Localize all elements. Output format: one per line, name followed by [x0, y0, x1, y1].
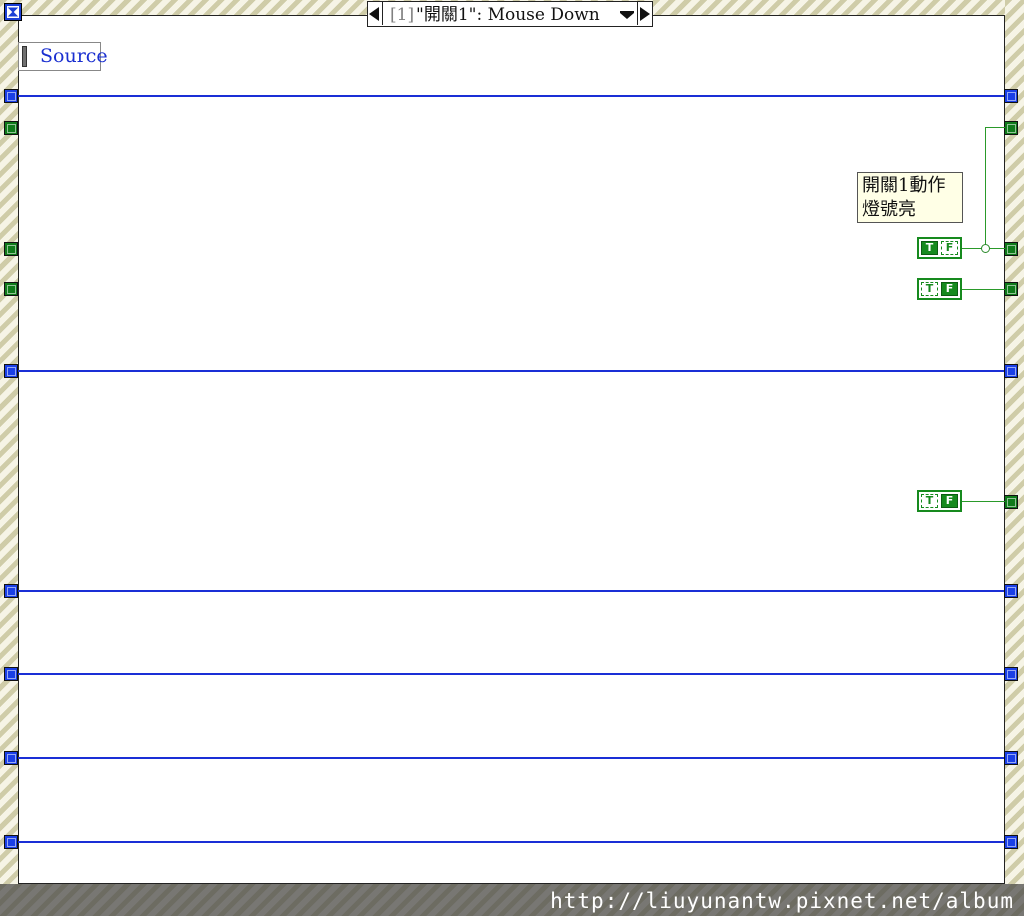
true-constant[interactable]: T F [917, 237, 962, 259]
comment-line-2: 燈號亮 [862, 199, 916, 220]
toggle-glyph: F [941, 241, 958, 255]
input-tunnel-refnum[interactable] [4, 89, 18, 103]
event-data-node[interactable]: Source [18, 42, 108, 71]
event-structure-frame-left [0, 0, 18, 916]
false-constant-value: F [941, 282, 958, 296]
output-tunnel-boolean[interactable] [1004, 282, 1018, 296]
output-tunnel-refnum[interactable] [1004, 89, 1018, 103]
toggle-glyph: T [921, 282, 938, 296]
boolean-wire[interactable] [961, 289, 1005, 290]
output-tunnel-refnum[interactable] [1004, 751, 1018, 765]
refnum-wire[interactable] [18, 95, 1005, 97]
false-constant-value: F [941, 494, 958, 508]
refnum-wire[interactable] [18, 673, 1005, 675]
event-structure-frame-right [1005, 0, 1024, 916]
output-tunnel-refnum[interactable] [1004, 835, 1018, 849]
chevron-down-icon[interactable] [620, 13, 634, 19]
refnum-wire[interactable] [18, 757, 1005, 759]
input-tunnel-boolean[interactable] [4, 282, 18, 296]
refnum-wire[interactable] [18, 590, 1005, 592]
event-data-source-label: Source [40, 45, 108, 67]
false-constant[interactable]: T F [917, 490, 962, 512]
boolean-wire[interactable] [985, 127, 986, 248]
diagram-comment[interactable]: 開關1動作 燈號亮 [857, 172, 963, 223]
case-index: [1] [390, 5, 415, 25]
input-tunnel-boolean[interactable] [4, 121, 18, 135]
output-tunnel-boolean[interactable] [1004, 121, 1018, 135]
refnum-wire[interactable] [18, 370, 1005, 372]
toggle-glyph: T [921, 494, 938, 508]
output-tunnel-boolean[interactable] [1004, 495, 1018, 509]
input-tunnel-refnum[interactable] [4, 835, 18, 849]
refnum-wire[interactable] [18, 841, 1005, 843]
output-tunnel-refnum[interactable] [1004, 364, 1018, 378]
next-case-arrow-icon[interactable] [637, 2, 652, 25]
watermark-text: http://liuyunantw.pixnet.net/album [550, 889, 1014, 913]
true-constant-value: T [921, 241, 938, 255]
input-tunnel-refnum[interactable] [4, 584, 18, 598]
comment-line-1: 開關1動作 [862, 175, 946, 196]
boolean-wire[interactable] [985, 127, 1005, 128]
input-tunnel-refnum[interactable] [4, 751, 18, 765]
input-tunnel-refnum[interactable] [4, 364, 18, 378]
wire-junction-dot [981, 244, 990, 253]
event-case-diagram[interactable] [18, 15, 1005, 884]
event-data-terminal [22, 46, 27, 67]
output-tunnel-refnum[interactable] [1004, 584, 1018, 598]
output-tunnel-boolean[interactable] [1004, 242, 1018, 256]
case-label: "開關1": Mouse Down [416, 5, 600, 25]
input-tunnel-boolean[interactable] [4, 242, 18, 256]
event-case-selector[interactable]: [1] "開關1": Mouse Down [367, 1, 653, 27]
input-tunnel-refnum[interactable] [4, 667, 18, 681]
false-constant[interactable]: T F [917, 278, 962, 300]
boolean-wire[interactable] [961, 501, 1005, 502]
hourglass-icon[interactable] [4, 3, 22, 21]
output-tunnel-refnum[interactable] [1004, 667, 1018, 681]
previous-case-arrow-icon[interactable] [368, 2, 383, 25]
